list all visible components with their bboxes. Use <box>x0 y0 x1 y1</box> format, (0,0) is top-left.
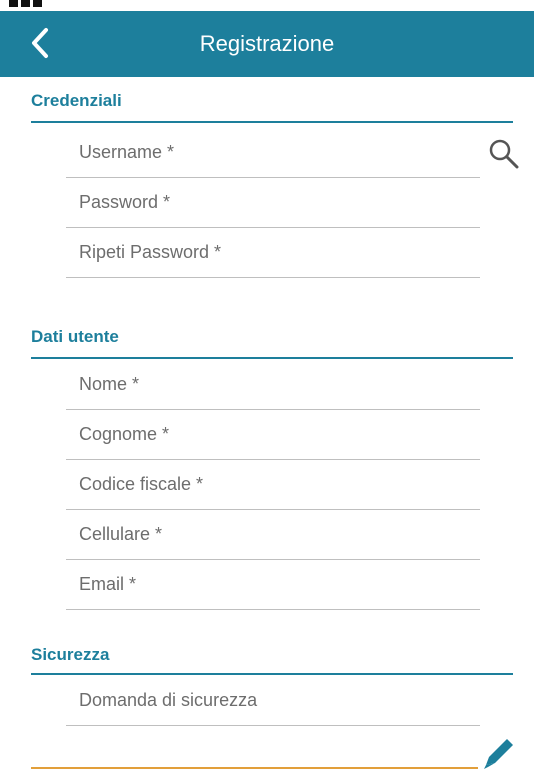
chevron-left-icon <box>32 28 48 58</box>
cellulare-field[interactable]: Cellulare * <box>66 511 480 560</box>
bottom-accent-line <box>31 767 478 769</box>
nome-field[interactable]: Nome * <box>66 361 480 410</box>
section-divider <box>31 673 513 675</box>
email-field[interactable]: Email * <box>66 561 480 610</box>
section-divider <box>31 121 513 123</box>
page-title: Registrazione <box>199 31 335 56</box>
cellulare-placeholder: Cellulare * <box>79 524 163 544</box>
codice-fiscale-placeholder: Codice fiscale * <box>79 474 204 494</box>
nome-placeholder: Nome * <box>79 374 140 394</box>
search-button[interactable] <box>487 137 521 171</box>
repeat-password-placeholder: Ripeti Password * <box>79 242 222 262</box>
username-placeholder: Username * <box>79 142 175 162</box>
email-placeholder: Email * <box>79 574 137 594</box>
repeat-password-field[interactable]: Ripeti Password * <box>66 229 480 278</box>
search-icon <box>489 139 519 169</box>
username-field[interactable]: Username * <box>66 129 480 178</box>
section-header-dati-utente: Dati utente <box>31 327 119 346</box>
status-bar <box>0 0 534 10</box>
app-bar: Registrazione <box>0 11 534 77</box>
section-header-credenziali: Credenziali <box>31 91 122 110</box>
security-question-field[interactable]: Domanda di sicurezza <box>66 677 480 726</box>
pencil-icon <box>484 739 513 769</box>
password-field[interactable]: Password * <box>66 179 480 228</box>
cognome-field[interactable]: Cognome * <box>66 411 480 460</box>
codice-fiscale-field[interactable]: Codice fiscale * <box>66 461 480 510</box>
status-icons <box>9 0 42 9</box>
password-placeholder: Password * <box>79 192 171 212</box>
back-button[interactable] <box>22 20 58 66</box>
section-divider <box>31 357 513 359</box>
section-header-sicurezza: Sicurezza <box>31 645 110 664</box>
security-question-placeholder: Domanda di sicurezza <box>79 690 258 710</box>
cognome-placeholder: Cognome * <box>79 424 170 444</box>
edit-button[interactable] <box>478 733 518 771</box>
